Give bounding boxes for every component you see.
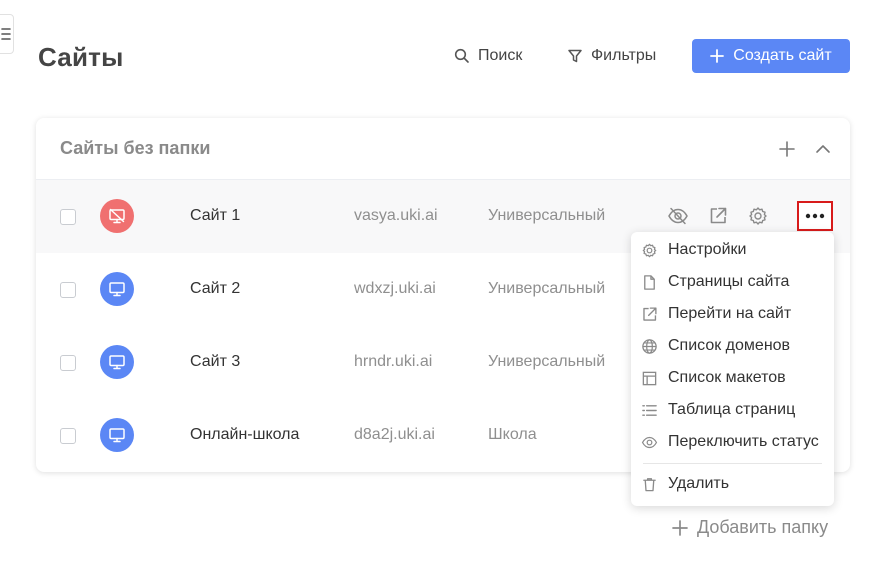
site-domain: d8a2j.uki.ai [354, 426, 435, 443]
file-icon [644, 274, 655, 290]
site-avatar-disabled [100, 199, 134, 233]
site-domain: hrndr.uki.ai [354, 353, 433, 370]
menu-item-label: Настройки [668, 241, 747, 258]
menu-item-label: Список макетов [668, 369, 786, 386]
search-icon [454, 48, 469, 63]
site-name[interactable]: Сайт 1 [190, 207, 240, 225]
menu-item-label: Удалить [668, 475, 730, 492]
folder-title: Сайты без папки [60, 138, 211, 158]
chevron-up-icon [816, 145, 830, 153]
add-folder-label: Добавить папку [697, 517, 829, 537]
menu-item-label: Перейти на сайт [668, 305, 792, 322]
site-settings-button[interactable] [747, 205, 769, 227]
menu-item-label: Переключить статус [668, 433, 819, 450]
row-checkbox[interactable] [60, 428, 76, 444]
create-site-button[interactable]: Создать сайт [692, 39, 850, 73]
menu-item-site-pages[interactable]: Страницы сайта [631, 266, 834, 298]
menu-item-pages-table[interactable]: Таблица страниц [631, 394, 834, 426]
site-avatar [100, 418, 134, 452]
row-checkbox[interactable] [60, 209, 76, 225]
page-title: Сайты [38, 42, 124, 72]
toggle-visibility-button[interactable] [667, 205, 689, 227]
add-folder-button[interactable]: Добавить папку [671, 517, 828, 538]
site-domain: vasya.uki.ai [354, 207, 438, 224]
monitor-icon [109, 282, 125, 297]
site-type: Школа [488, 426, 537, 443]
layout-icon [642, 371, 657, 385]
collapse-folder-button[interactable] [814, 140, 832, 163]
filter-icon [568, 49, 582, 63]
menu-item-settings[interactable]: Настройки [631, 234, 834, 266]
plus-icon [710, 49, 725, 63]
row-checkbox[interactable] [60, 282, 76, 298]
gear-icon [642, 243, 657, 257]
folder-header: Сайты без папки [36, 118, 850, 180]
globe-icon [642, 338, 657, 354]
menu-item-layout-list[interactable]: Список макетов [631, 362, 834, 394]
open-site-button[interactable] [707, 205, 729, 227]
eye-icon [641, 436, 658, 448]
add-site-to-folder-button[interactable] [778, 140, 796, 163]
filters-button[interactable]: Фильтры [567, 39, 656, 73]
menu-item-domain-list[interactable]: Список доменов [631, 330, 834, 362]
menu-item-label: Страницы сайта [668, 273, 790, 290]
menu-divider [643, 463, 822, 464]
search-label: Поиск [478, 47, 523, 64]
filters-label: Фильтры [591, 47, 657, 64]
menu-item-go-to-site[interactable]: Перейти на сайт [631, 298, 834, 330]
site-name[interactable]: Онлайн-школа [190, 426, 299, 444]
site-avatar [100, 345, 134, 379]
site-name[interactable]: Сайт 2 [190, 280, 240, 298]
menu-item-label: Таблица страниц [668, 401, 796, 418]
site-type: Универсальный [488, 353, 606, 370]
menu-icon [1, 28, 11, 40]
site-domain: wdxzj.uki.ai [354, 280, 436, 297]
external-link-icon [710, 207, 727, 224]
trash-icon [643, 477, 656, 491]
monitor-off-icon [109, 208, 125, 224]
menu-item-delete[interactable]: Удалить [631, 468, 834, 500]
menu-item-label: Список доменов [668, 337, 791, 354]
plus-icon [779, 141, 795, 157]
plus-icon [672, 519, 688, 536]
more-actions-button[interactable] [797, 201, 833, 231]
row-checkbox[interactable] [60, 355, 76, 371]
site-avatar [100, 272, 134, 306]
sidebar-toggle[interactable] [0, 14, 14, 54]
search-button[interactable]: Поиск [454, 39, 522, 73]
monitor-icon [109, 355, 125, 370]
site-type: Универсальный [488, 280, 606, 297]
gear-icon [749, 207, 767, 225]
external-link-icon [643, 306, 657, 321]
more-horizontal-icon [805, 213, 825, 219]
menu-item-toggle-status[interactable]: Переключить статус [631, 426, 834, 458]
create-site-label: Создать сайт [733, 47, 832, 64]
monitor-icon [109, 428, 125, 443]
site-name[interactable]: Сайт 3 [190, 353, 240, 371]
eye-off-icon [668, 207, 688, 225]
site-type: Универсальный [488, 207, 606, 224]
site-context-menu: Настройки Страницы сайта Перейти на сайт… [631, 232, 834, 506]
list-icon [642, 404, 657, 416]
